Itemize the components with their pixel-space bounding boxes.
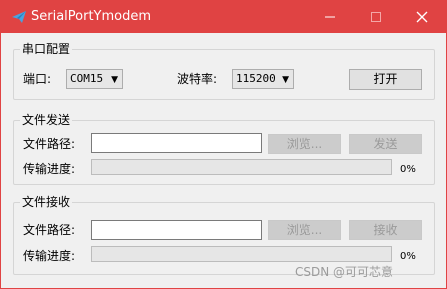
app-window: SerialPortYmodem 串口配置 端口: COM15 ▼ 波特率: 1… [0,0,447,289]
close-icon [416,11,428,23]
chevron-down-icon: ▼ [111,75,118,85]
receive-path-input[interactable] [91,220,262,240]
serial-config-title: 串口配置 [20,42,73,56]
receive-progress-label: 传输进度: [23,249,76,263]
send-progress-percent: 0% [400,164,416,175]
maximize-icon [371,12,381,22]
send-path-input[interactable] [91,133,262,153]
receive-progress-percent: 0% [400,251,416,262]
send-progress-bar [91,159,392,175]
maximize-button[interactable] [353,1,399,33]
watermark: CSDN @可可芯意 [295,265,394,279]
receive-button[interactable]: 接收 [349,220,422,240]
window-title: SerialPortYmodem [31,9,152,24]
send-plane-icon [12,11,26,23]
send-progress-label: 传输进度: [23,162,76,176]
baud-label: 波特率: [177,72,218,86]
send-button[interactable]: 发送 [349,134,422,154]
receive-browse-button[interactable]: 浏览... [268,220,341,240]
baud-select[interactable]: 115200 ▼ [232,69,294,89]
minimize-button[interactable] [307,1,353,33]
file-receive-title: 文件接收 [20,195,73,209]
minimize-icon [325,16,335,18]
open-port-button[interactable]: 打开 [349,69,422,90]
port-label: 端口: [23,72,52,86]
baud-select-value: 115200 [236,72,276,85]
port-select-value: COM15 [70,72,104,85]
file-send-title: 文件发送 [20,113,73,127]
close-button[interactable] [399,1,445,33]
port-select[interactable]: COM15 ▼ [66,69,123,89]
send-browse-button[interactable]: 浏览... [268,134,341,154]
chevron-down-icon: ▼ [282,75,289,85]
send-path-label: 文件路径: [23,137,76,151]
receive-progress-bar [91,246,392,262]
receive-path-label: 文件路径: [23,223,76,237]
title-bar[interactable]: SerialPortYmodem [1,1,446,33]
